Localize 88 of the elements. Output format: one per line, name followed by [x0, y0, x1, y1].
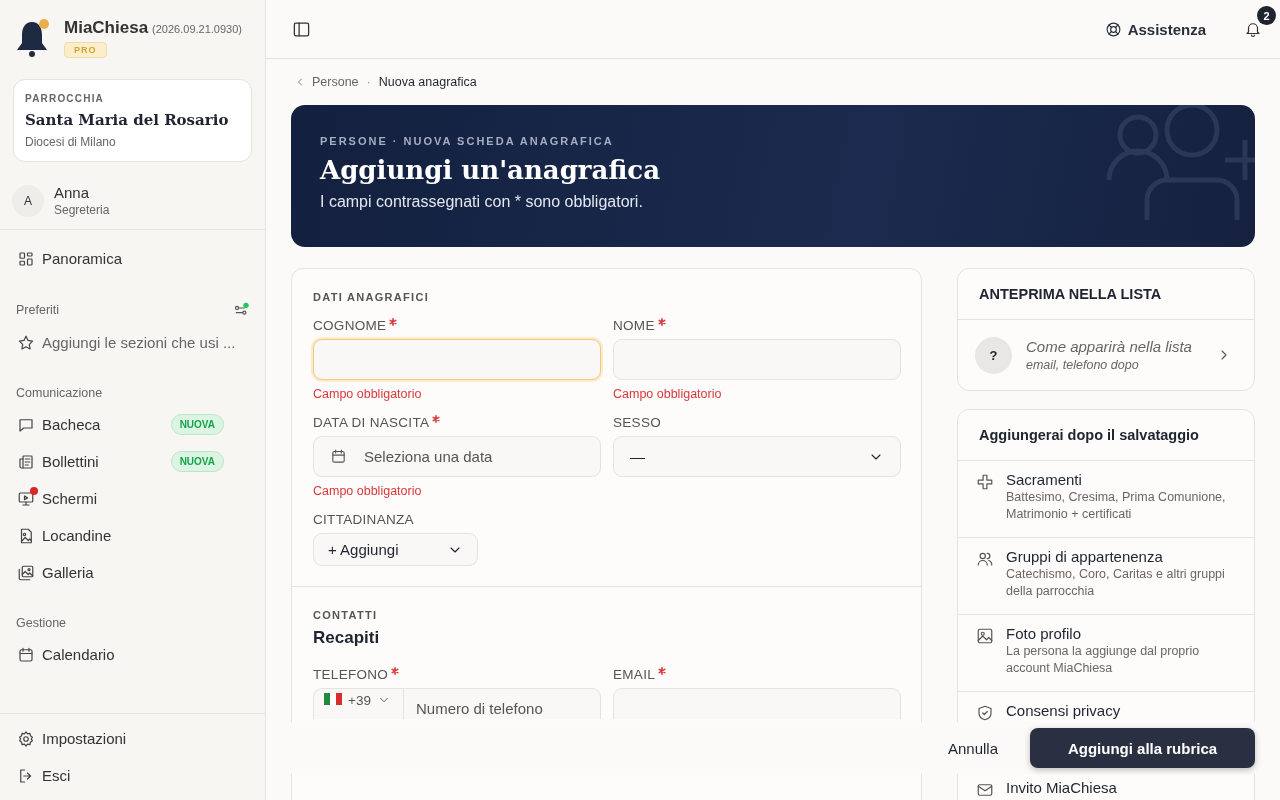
app-name: MiaChiesa: [64, 18, 149, 37]
field-label: DATA DI NASCITA: [313, 414, 430, 430]
cancel-button[interactable]: Annulla: [941, 738, 1004, 758]
field-label: NOME: [613, 317, 655, 333]
nav-item[interactable]: Bacheca NUOVA: [0, 406, 265, 443]
section-title: Comunicazione: [16, 386, 103, 400]
field-label: TELEFONO: [313, 666, 389, 682]
breadcrumb-link[interactable]: Persone: [294, 75, 359, 89]
newspaper-icon: [17, 452, 35, 471]
cross-icon: [976, 473, 994, 491]
star-icon: [17, 333, 35, 352]
country-code-button[interactable]: +39: [313, 688, 404, 719]
preview-detail: email, telefono dopo: [1026, 358, 1140, 372]
item-description: La persona la aggiunge dal proprio account MiaChiesa: [1006, 643, 1201, 677]
nav-item[interactable]: Esci: [0, 757, 265, 794]
new-badge: NUOVA: [170, 451, 224, 472]
nav-item[interactable]: Calendario: [0, 636, 265, 673]
submit-button[interactable]: Aggiungi alla rubrica: [1030, 728, 1255, 768]
nav-item[interactable]: Locandine: [0, 517, 265, 554]
breadcrumb-current: Nuova anagrafica: [378, 75, 477, 89]
nav-item[interactable]: Panoramica: [0, 240, 265, 277]
settings-icon: [17, 729, 35, 748]
notifications-button[interactable]: [1244, 20, 1262, 38]
preview-name: Come apparirà nella lista: [1026, 338, 1192, 355]
hero-title: Aggiungi un'anagrafica: [320, 155, 661, 185]
gallery-icon: [17, 563, 35, 582]
nav-item[interactable]: Galleria: [0, 554, 265, 591]
field-label: CITTADINANZA: [313, 511, 414, 527]
hero-eyebrow: PERSONE · NUOVA SCHEDA ANAGRAFICA: [320, 135, 615, 147]
notification-count: 2: [1257, 6, 1276, 25]
date-field[interactable]: Seleziona una data: [313, 436, 601, 477]
bell-logo-icon: [16, 18, 50, 58]
nav-item[interactable]: Impostazioni: [0, 720, 265, 757]
people-icon: [976, 550, 994, 568]
diocese-name: Diocesi di Milano: [25, 135, 117, 149]
grid-icon: [17, 249, 35, 268]
parish-label: PARROCCHIA: [25, 93, 106, 104]
sliders-icon[interactable]: [233, 302, 249, 318]
card-title: ANTEPRIMA NELLA LISTA: [979, 286, 1162, 302]
text-field[interactable]: [313, 339, 601, 380]
app-version: (2026.09.21.0930): [152, 23, 242, 35]
text-field[interactable]: [613, 688, 901, 719]
add-button[interactable]: + Aggiungi: [313, 533, 478, 566]
calendar-icon: [17, 645, 35, 664]
hero-subtitle: I campi contrassegnati con * sono obbligatori.: [320, 193, 644, 211]
text-field[interactable]: [613, 339, 901, 380]
lifebuoy-icon: [1104, 20, 1122, 38]
item-title: Invito MiaChiesa: [1006, 779, 1117, 796]
item-description: Catechismo, Coro, Caritas e altri gruppi della parrocchia: [1006, 566, 1226, 600]
breadcrumb-separator: ·: [366, 75, 371, 89]
item-description: Battesimo, Cresima, Prima Comunione, Matrimonio + certificati: [1006, 489, 1227, 523]
section-title: Recapiti: [313, 628, 381, 648]
user-avatar: A: [12, 184, 44, 217]
item-title: Consensi privacy: [1006, 702, 1121, 719]
section-eyebrow: DATI ANAGRAFICI: [313, 291, 431, 303]
placeholder-avatar: ?: [975, 336, 1012, 374]
image-icon: [976, 627, 994, 645]
error-message: Campo obbligatorio: [613, 387, 723, 401]
user-name: Anna: [54, 184, 91, 201]
favorites-hint[interactable]: Aggiungi le sezioni che usi ...: [0, 324, 265, 361]
flag-icon: [324, 693, 342, 705]
nav-item[interactable]: Bollettini NUOVA: [0, 443, 265, 480]
error-message: Campo obbligatorio: [313, 387, 423, 401]
plan-badge: PRO: [64, 42, 107, 58]
item-title: Gruppi di appartenenza: [1006, 548, 1164, 565]
item-title: Sacramenti: [1006, 471, 1083, 488]
parish-card[interactable]: PARROCCHIA Santa Maria del Rosario Diocesi di Milano: [13, 79, 252, 162]
error-message: Campo obbligatorio: [313, 484, 423, 498]
section-title: Gestione: [16, 616, 67, 630]
mail-icon: [976, 781, 994, 799]
new-badge: NUOVA: [170, 414, 224, 435]
bell-icon: [1244, 20, 1262, 38]
field-label: COGNOME: [313, 317, 387, 333]
phone-field[interactable]: Numero di telefono: [404, 688, 601, 719]
field-label: SESSO: [613, 414, 662, 430]
shield-icon: [976, 704, 994, 722]
monitor-icon: [17, 489, 35, 508]
field-label: EMAIL: [613, 666, 655, 682]
select-field[interactable]: —: [613, 436, 901, 477]
user-role: Segreteria: [54, 203, 110, 217]
parish-name: Santa Maria del Rosario: [25, 111, 230, 129]
nav-item[interactable]: Schermi: [0, 480, 265, 517]
card-title: Aggiungerai dopo il salvataggio: [979, 427, 1199, 443]
item-title: Foto profilo: [1006, 625, 1083, 642]
preview-row[interactable]: ? Come apparirà nella lista email, telefono dopo: [958, 320, 1254, 390]
section-eyebrow: CONTATTI: [313, 609, 379, 621]
section-title: Preferiti: [16, 303, 60, 317]
help-button[interactable]: Assistenza: [1098, 19, 1212, 39]
